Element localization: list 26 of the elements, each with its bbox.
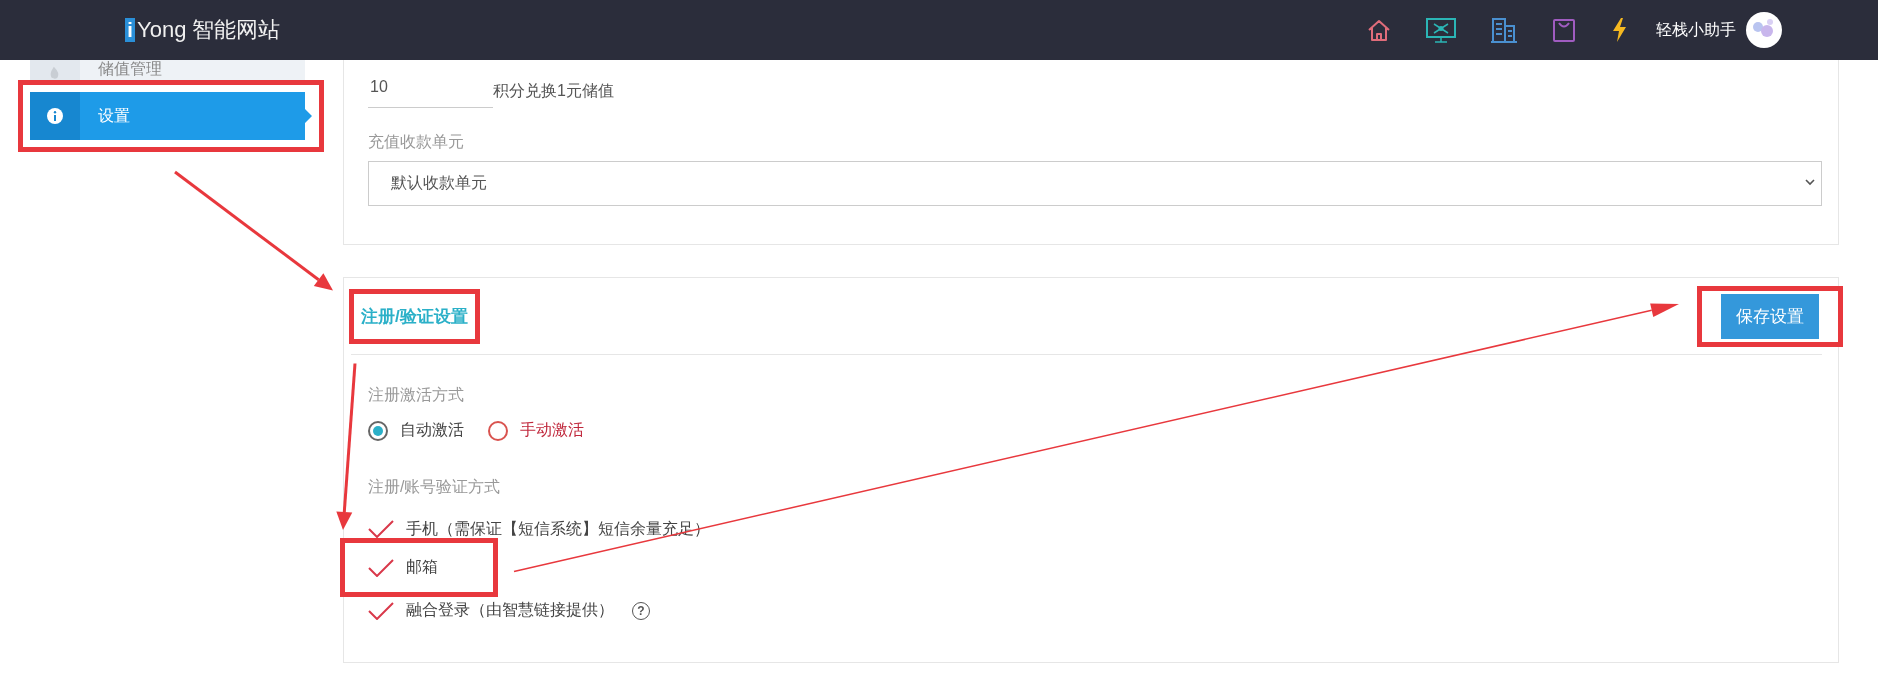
field-label: 注册激活方式 [368,385,465,405]
field-label: 注册/账号验证方式 [368,477,502,497]
home-icon[interactable] [1366,17,1392,43]
radio-label[interactable]: 自动激活 [400,420,464,441]
radio-button[interactable] [488,420,508,441]
buildings-icon[interactable] [1490,17,1518,43]
field-label: 充值收款单元 [368,132,465,152]
monitor-icon[interactable] [1426,17,1456,43]
checkbox-label[interactable]: 融合登录（由智慧链接提供） [406,600,614,621]
logo-mark: i [125,18,135,42]
logo-text: Yong 智能网站 [137,16,281,44]
section-title: 注册/验证设置 [361,305,468,328]
info-icon [47,108,63,124]
checkmark-icon[interactable] [368,601,394,620]
select-field[interactable]: 默认收款单元 [368,161,1822,206]
user-name[interactable]: 轻栈小助手 [1656,19,1736,41]
shopping-bag-icon[interactable] [1552,17,1576,43]
lightning-icon[interactable] [1610,17,1628,43]
checkmark-icon[interactable] [368,558,394,577]
checkmark-icon[interactable] [368,520,394,538]
rate-label: 积分兑换1元储值 [493,81,614,101]
chevron-down-icon [1805,179,1815,186]
checkbox-label[interactable]: 邮箱 [406,557,438,578]
radio-label[interactable]: 手动激活 [520,420,584,441]
avatar[interactable] [1746,12,1782,48]
radio-button[interactable] [368,420,388,441]
